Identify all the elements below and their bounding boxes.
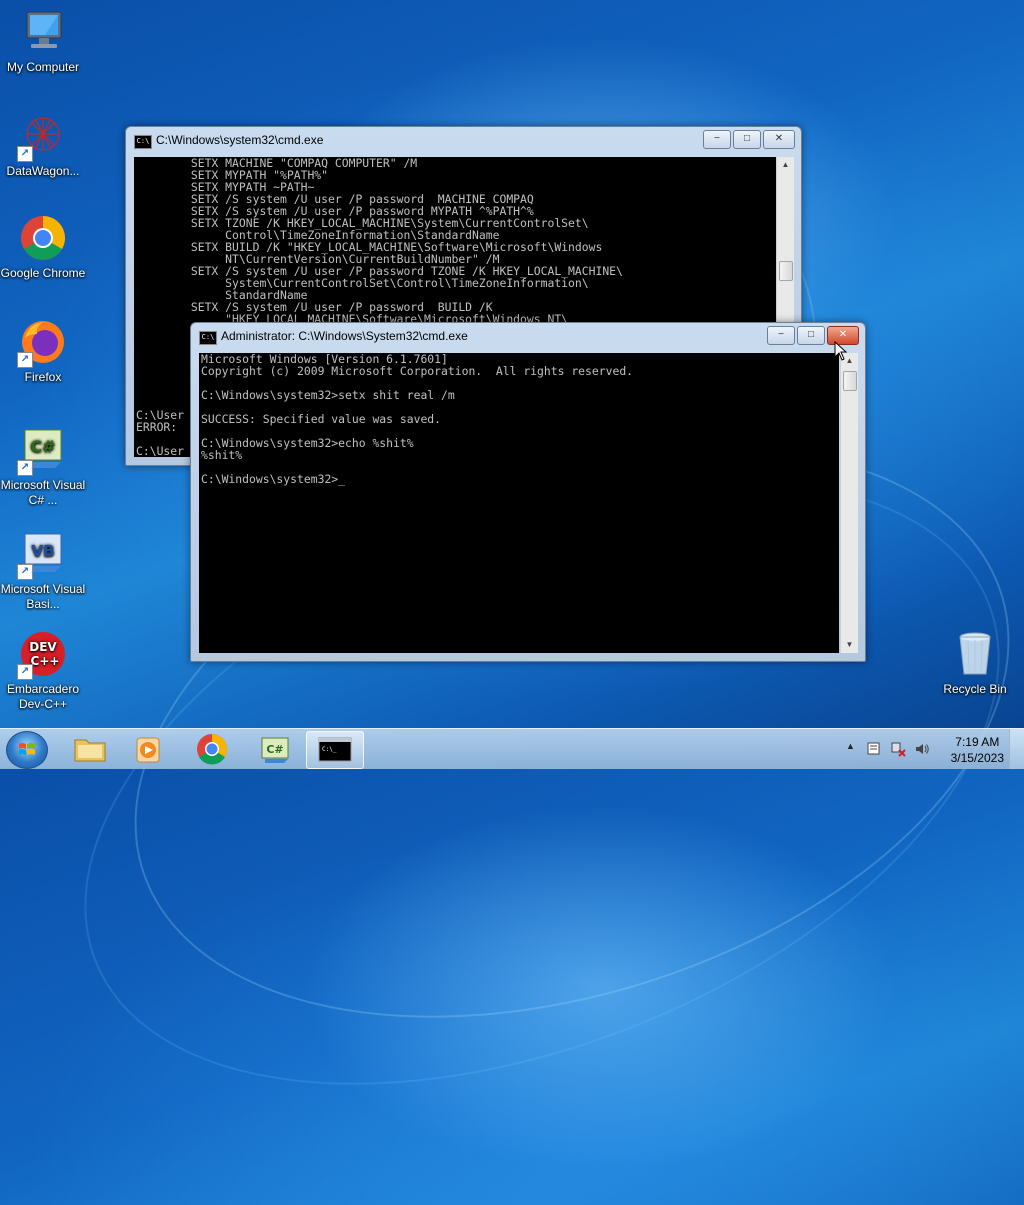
datawagon-icon: ↗ <box>17 112 67 162</box>
clock-date: 3/15/2023 <box>950 751 1004 765</box>
taskbar: C# C:\_ ▲ 7:19 AM 3/15/2023 <box>0 728 1024 769</box>
network-disconnected-icon[interactable] <box>890 741 906 757</box>
desktop-icon-label: Firefox <box>24 370 62 384</box>
shortcut-arrow-icon: ↗ <box>17 352 33 368</box>
desktop-icon-dev-cpp[interactable]: DEV C++ ↗ Embarcadero Dev-C++ <box>0 630 86 712</box>
desktop-icon-label: Embarcadero Dev-C++ <box>6 682 80 711</box>
desktop-icon-recycle-bin[interactable]: Recycle Bin <box>932 630 1018 697</box>
desktop-icon-my-computer[interactable]: My Computer <box>0 8 86 75</box>
system-clock[interactable]: 7:19 AM 3/15/2023 <box>951 734 1004 766</box>
desktop-icon-google-chrome[interactable]: Google Chrome <box>0 214 86 281</box>
shortcut-arrow-icon: ↗ <box>17 664 33 680</box>
svg-text:VB: VB <box>31 542 54 560</box>
scrollbar-thumb[interactable] <box>779 261 793 281</box>
cmd-icon: C:\ <box>199 331 217 345</box>
taskbar-media-player[interactable] <box>120 731 176 767</box>
cmd-window-administrator[interactable]: C:\ Administrator: C:\Windows\System32\c… <box>190 322 866 662</box>
window-title: Administrator: C:\Windows\System32\cmd.e… <box>221 329 468 343</box>
desktop-icon-label: Recycle Bin <box>943 682 1007 696</box>
cmd-icon: C:\_ <box>318 737 352 762</box>
maximize-button[interactable]: □ <box>733 130 761 149</box>
dev-cpp-icon: DEV C++ ↗ <box>17 630 67 680</box>
window-titlebar[interactable]: C:\ Administrator: C:\Windows\System32\c… <box>191 323 865 351</box>
close-button[interactable]: ✕ <box>763 130 795 149</box>
desktop-icon-visual-basic[interactable]: VB ↗ Microsoft Visual Basi... <box>0 530 86 612</box>
show-desktop-button[interactable] <box>1009 729 1024 769</box>
shortcut-arrow-icon: ↗ <box>17 146 33 162</box>
desktop-icon-label: DataWagon... <box>6 164 80 178</box>
svg-text:C++: C++ <box>31 654 60 668</box>
visual-basic-icon: VB ↗ <box>17 530 67 580</box>
minimize-button[interactable]: − <box>703 130 731 149</box>
windows-logo-icon <box>19 743 35 755</box>
window-titlebar[interactable]: C:\ C:\Windows\system32\cmd.exe − □ ✕ <box>126 127 801 155</box>
taskbar-chrome[interactable] <box>184 731 240 767</box>
shortcut-arrow-icon: ↗ <box>17 460 33 476</box>
recycle-bin-icon <box>951 630 999 678</box>
folder-icon <box>74 739 106 762</box>
window-title: C:\Windows\system32\cmd.exe <box>156 133 324 147</box>
scrollbar-thumb[interactable] <box>843 371 857 391</box>
minimize-button[interactable]: − <box>767 326 795 345</box>
start-button[interactable] <box>6 731 48 769</box>
taskbar-explorer[interactable] <box>62 731 118 767</box>
desktop-icon-label: My Computer <box>6 60 80 74</box>
svg-text:C#: C# <box>30 437 55 456</box>
desktop-icon-firefox[interactable]: ↗ Firefox <box>0 318 86 385</box>
svg-text:C:\_: C:\_ <box>322 746 337 753</box>
desktop-icon-label: Microsoft Visual Basi... <box>0 582 86 611</box>
desktop-icon-label: Microsoft Visual C# ... <box>0 478 86 507</box>
action-center-icon[interactable] <box>866 741 882 757</box>
system-tray: ▲ 7:19 AM 3/15/2023 <box>824 729 1024 769</box>
desktop-icon-datawagon[interactable]: ↗ DataWagon... <box>0 112 86 179</box>
visual-csharp-icon: C# <box>261 737 289 763</box>
taskbar-cmd[interactable]: C:\_ <box>306 731 364 769</box>
chrome-icon <box>197 734 228 765</box>
desktop-icon-visual-csharp[interactable]: C# ↗ Microsoft Visual C# ... <box>0 426 86 508</box>
cmd-icon: C:\ <box>134 135 152 149</box>
computer-icon <box>19 8 67 56</box>
svg-text:C#: C# <box>266 743 283 756</box>
scroll-up-icon[interactable]: ▲ <box>777 157 794 173</box>
visual-csharp-icon: C# ↗ <box>17 426 67 476</box>
maximize-button[interactable]: □ <box>797 326 825 345</box>
taskbar-visual-csharp[interactable]: C# <box>247 731 303 767</box>
shortcut-arrow-icon: ↗ <box>17 564 33 580</box>
svg-text:DEV: DEV <box>29 640 57 654</box>
chrome-icon <box>19 214 67 262</box>
console-output[interactable]: Microsoft Windows [Version 6.1.7601] Cop… <box>199 353 839 653</box>
desktop-icon-label: Google Chrome <box>0 266 86 280</box>
media-player-icon <box>136 737 160 763</box>
volume-icon[interactable] <box>914 741 930 757</box>
show-hidden-icons-button[interactable]: ▲ <box>846 741 855 751</box>
mouse-cursor-icon <box>834 341 848 361</box>
vertical-scrollbar[interactable]: ▲ ▼ <box>840 353 858 653</box>
clock-time: 7:19 AM <box>955 735 1000 749</box>
firefox-icon: ↗ <box>17 318 67 368</box>
scroll-down-icon[interactable]: ▼ <box>841 637 858 653</box>
